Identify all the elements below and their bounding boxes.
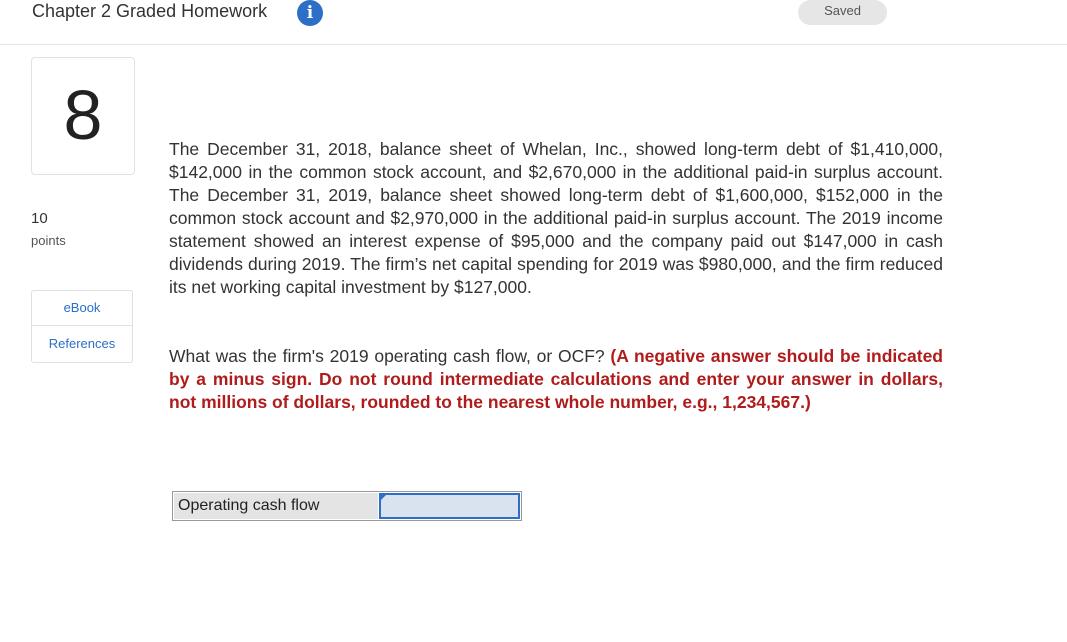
question-number-box: 8: [31, 57, 135, 175]
assignment-title: Chapter 2 Graded Homework: [32, 1, 268, 21]
header-bar: Chapter 2 Graded Homework i Saved: [0, 0, 1067, 45]
saved-status-badge: Saved: [798, 0, 887, 25]
references-button[interactable]: References: [31, 326, 133, 363]
info-icon[interactable]: i: [297, 0, 323, 26]
prompt-text: What was the firm's 2019 operating cash …: [169, 346, 611, 366]
answer-label: Operating cash flow: [174, 493, 378, 519]
question-text: The December 31, 2018, balance sheet of …: [169, 139, 943, 297]
flag-icon: [380, 494, 387, 501]
ebook-button[interactable]: eBook: [31, 290, 133, 326]
question-number: 8: [63, 76, 103, 154]
operating-cash-flow-input[interactable]: [379, 493, 520, 519]
points-label: points: [31, 233, 66, 248]
points-value: 10: [31, 210, 48, 227]
question-prompt: What was the firm's 2019 operating cash …: [169, 345, 943, 414]
answer-row: Operating cash flow: [172, 491, 522, 521]
